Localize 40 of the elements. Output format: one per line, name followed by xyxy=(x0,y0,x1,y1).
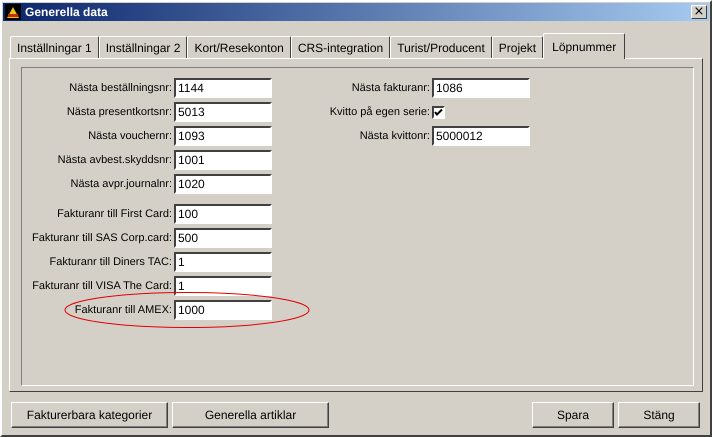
field-label: Fakturanr till VISA The Card: xyxy=(31,280,172,292)
tab[interactable]: Projekt xyxy=(492,36,544,58)
field-label: Nästa kvittonr: xyxy=(358,130,430,142)
input-field[interactable]: 5000012 xyxy=(432,126,530,146)
field-label: Nästa avbest.skyddsnr: xyxy=(56,154,172,166)
input-field[interactable]: 100 xyxy=(174,204,272,224)
tab[interactable]: Kort/Resekonton xyxy=(187,36,291,58)
dialog-button[interactable]: Fakturerbara kategorier xyxy=(11,402,168,428)
field-label: Fakturanr till Diners TAC: xyxy=(48,256,172,268)
field-label: Nästa fakturanr: xyxy=(350,82,430,94)
input-field[interactable]: 1086 xyxy=(432,78,530,98)
close-button[interactable]: × xyxy=(691,5,707,19)
tab[interactable]: Turist/Producent xyxy=(390,36,492,58)
checkbox[interactable] xyxy=(432,106,445,118)
input-field[interactable]: 1093 xyxy=(174,126,272,146)
field-label: Kvitto på egen serie: xyxy=(328,106,430,118)
input-field[interactable]: 1144 xyxy=(174,78,272,98)
tab[interactable]: CRS-integration xyxy=(290,36,390,58)
input-field[interactable]: 500 xyxy=(174,228,272,248)
tab[interactable]: Löpnummer xyxy=(543,33,626,59)
window-title: Generella data xyxy=(25,5,109,19)
field-label: Nästa avpr.journalnr: xyxy=(70,178,172,190)
field-label: Fakturanr till AMEX: xyxy=(74,304,172,316)
input-field[interactable]: 1 xyxy=(174,276,272,296)
field-label: Nästa vouchernr: xyxy=(87,130,172,142)
input-field[interactable]: 1020 xyxy=(174,174,272,194)
tab[interactable]: Inställningar 2 xyxy=(98,36,188,58)
input-field[interactable]: 1000 xyxy=(174,300,272,320)
tab[interactable]: Inställningar 1 xyxy=(10,36,99,58)
input-field[interactable]: 1 xyxy=(174,252,272,272)
dialog-button[interactable]: Stäng xyxy=(618,402,700,428)
app-icon xyxy=(5,4,21,20)
input-field[interactable]: 1001 xyxy=(174,150,272,170)
dialog-button[interactable]: Spara xyxy=(532,402,614,428)
field-label: Nästa beställningsnr: xyxy=(68,82,172,94)
field-label: Fakturanr till First Card: xyxy=(56,208,172,220)
dialog-button[interactable]: Generella artiklar xyxy=(172,402,329,428)
field-label: Nästa presentkortsnr: xyxy=(66,106,172,118)
input-field[interactable]: 5013 xyxy=(174,102,272,122)
field-label: Fakturanr till SAS Corp.card: xyxy=(31,232,172,244)
